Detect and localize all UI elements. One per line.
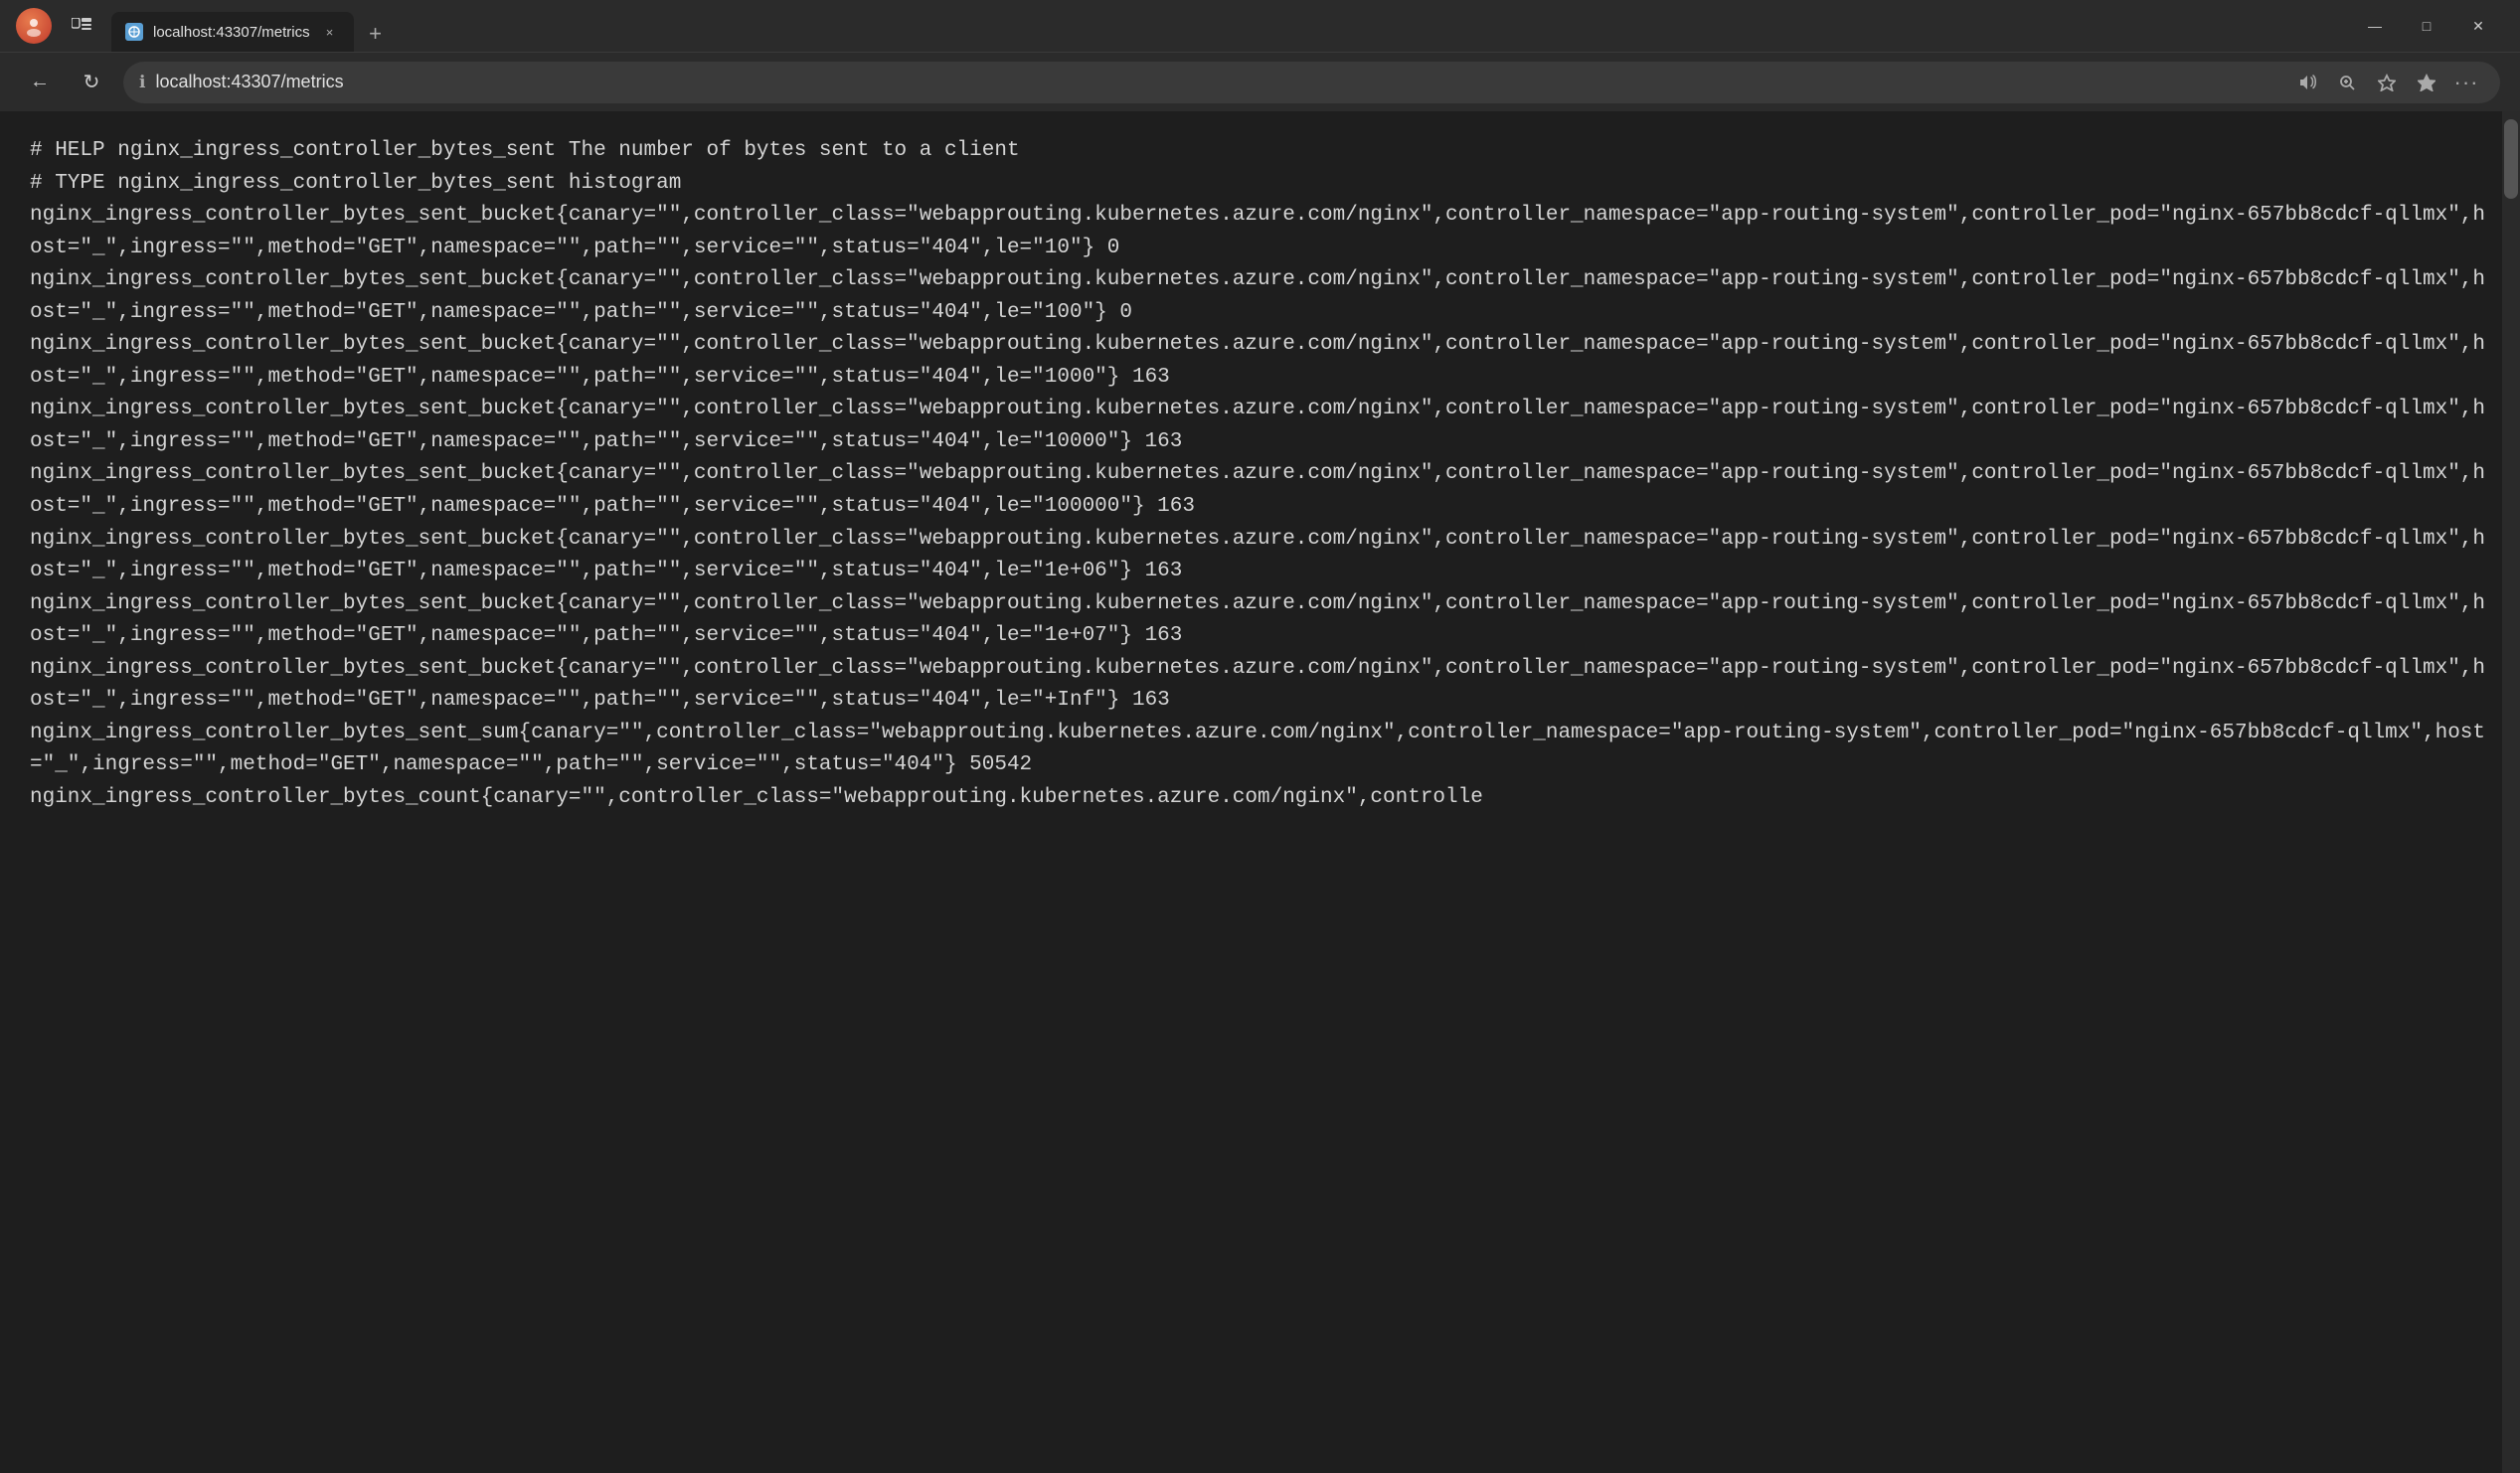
content-area: # HELP nginx_ingress_controller_bytes_se…	[0, 111, 2520, 1473]
refresh-icon: ↻	[84, 70, 100, 94]
tab-strip: localhost:43307/metrics × +	[111, 0, 2333, 52]
collections-button[interactable]	[2409, 65, 2444, 100]
scrollbar-thumb[interactable]	[2504, 119, 2518, 199]
read-aloud-button[interactable]	[2289, 65, 2325, 100]
refresh-button[interactable]: ↻	[72, 63, 111, 102]
close-button[interactable]: ✕	[2452, 8, 2504, 44]
window-controls: — □ ✕	[2349, 8, 2504, 44]
profile-avatar[interactable]	[16, 8, 52, 44]
address-actions: ···	[2289, 65, 2484, 100]
tab-close-button[interactable]: ×	[320, 22, 340, 42]
more-button[interactable]: ···	[2448, 65, 2484, 100]
minimize-button[interactable]: —	[2349, 8, 2401, 44]
tab-strip-toggle[interactable]	[68, 12, 95, 40]
maximize-button[interactable]: □	[2401, 8, 2452, 44]
tab-title: localhost:43307/metrics	[153, 24, 310, 41]
url-display: localhost:43307/metrics	[155, 72, 2279, 92]
info-icon: ℹ	[139, 73, 145, 92]
metrics-output: # HELP nginx_ingress_controller_bytes_se…	[30, 135, 2490, 814]
active-tab[interactable]: localhost:43307/metrics ×	[111, 12, 354, 52]
favorites-button[interactable]	[2369, 65, 2405, 100]
titlebar: localhost:43307/metrics × + — □ ✕	[0, 0, 2520, 52]
back-icon: ←	[30, 71, 50, 93]
addressbar: ← ↻ ℹ localhost:43307/metrics	[0, 52, 2520, 111]
tab-favicon	[125, 23, 143, 41]
back-button[interactable]: ←	[20, 63, 60, 102]
address-bar-input[interactable]: ℹ localhost:43307/metrics	[123, 62, 2500, 103]
scrollbar[interactable]	[2502, 111, 2520, 1473]
zoom-button[interactable]	[2329, 65, 2365, 100]
new-tab-button[interactable]: +	[358, 16, 394, 52]
